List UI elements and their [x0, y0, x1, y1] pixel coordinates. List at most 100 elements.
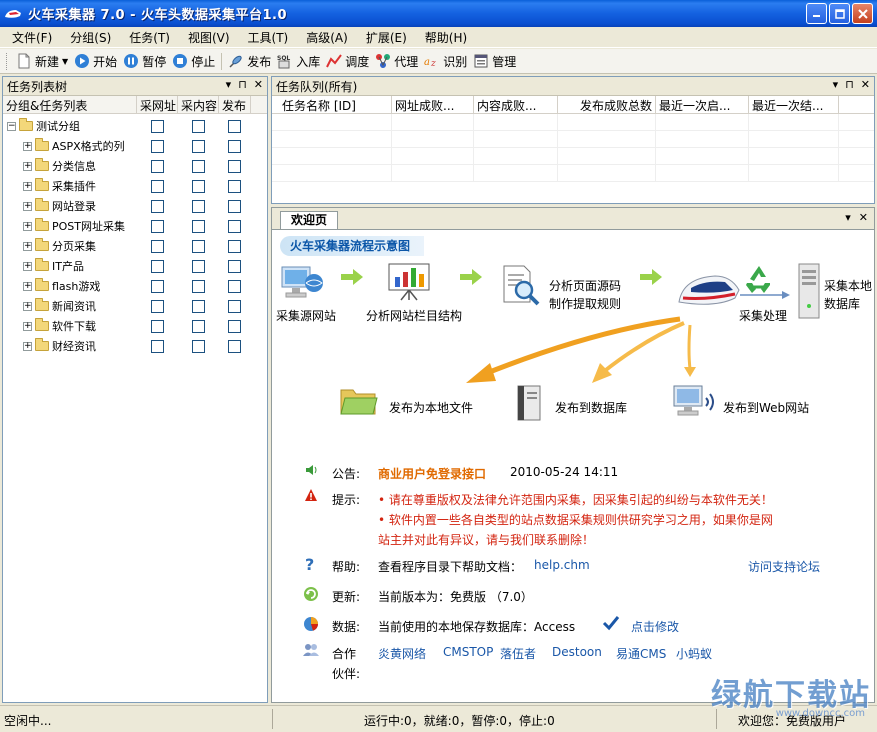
collect-content-checkbox[interactable] [192, 319, 205, 333]
toolbar-grip[interactable] [6, 52, 9, 70]
start-button[interactable]: 开始 [71, 50, 120, 72]
collect-url-checkbox[interactable] [151, 179, 164, 193]
import-button[interactable]: SQL 入库 [274, 50, 323, 72]
expand-icon[interactable]: + [23, 241, 32, 251]
col-url-success[interactable]: 网址成败... [392, 96, 474, 113]
collect-url-checkbox[interactable] [151, 319, 164, 333]
col-collect-url[interactable]: 采网址 [137, 96, 178, 113]
expand-icon[interactable]: + [23, 181, 32, 191]
tree-item-row[interactable]: + ASPX格式的列 [3, 136, 267, 156]
expand-icon[interactable]: + [23, 281, 32, 291]
collect-url-checkbox[interactable] [151, 159, 164, 173]
col-task-name[interactable]: 任务名称 [ID] [272, 96, 392, 113]
partner-link[interactable]: CMSTOP [443, 645, 493, 659]
pause-button[interactable]: 暂停 [120, 50, 169, 72]
partner-link[interactable]: 炎黄网络 [378, 645, 426, 662]
minimize-button[interactable] [806, 3, 827, 24]
title-bar[interactable]: 火车采集器 7.0 - 火车头数据采集平台1.0 [0, 0, 877, 27]
tree-item-row[interactable]: + 分类信息 [3, 156, 267, 176]
collect-url-checkbox[interactable] [151, 199, 164, 213]
recognize-button[interactable]: az 识别 [421, 50, 470, 72]
collect-content-checkbox[interactable] [192, 219, 205, 233]
menu-extend[interactable]: 扩展(E) [360, 29, 413, 46]
partner-link[interactable]: Destoon [552, 645, 602, 659]
collect-content-checkbox[interactable] [192, 139, 205, 153]
tab-close-icon[interactable]: ✕ [859, 211, 868, 224]
publish-checkbox[interactable] [228, 159, 241, 173]
tab-welcome[interactable]: 欢迎页 [280, 211, 339, 229]
publish-checkbox[interactable] [228, 259, 241, 273]
publish-checkbox[interactable] [228, 219, 241, 233]
tree-item-row[interactable]: + 新闻资讯 [3, 296, 267, 316]
publish-checkbox[interactable] [228, 279, 241, 293]
panel-close-icon[interactable]: ✕ [254, 78, 263, 91]
collect-url-checkbox[interactable] [151, 339, 164, 353]
collect-content-checkbox[interactable] [192, 259, 205, 273]
schedule-button[interactable]: 调度 [323, 50, 372, 72]
queue-dropdown-icon[interactable]: ▾ [833, 78, 839, 91]
menu-file[interactable]: 文件(F) [6, 29, 58, 46]
collect-url-checkbox[interactable] [151, 259, 164, 273]
new-button[interactable]: 新建 ▼ [13, 50, 71, 72]
tree-root-row[interactable]: − 测试分组 [3, 116, 267, 136]
stop-button[interactable]: 停止 [169, 50, 218, 72]
expand-icon[interactable]: + [23, 141, 32, 151]
collect-url-checkbox[interactable] [151, 219, 164, 233]
col-publish-total[interactable]: 发布成败总数 [558, 96, 656, 113]
publish-checkbox[interactable] [228, 139, 241, 153]
collect-content-checkbox[interactable] [192, 339, 205, 353]
root-content-checkbox[interactable] [192, 119, 205, 133]
tree-item-row[interactable]: + 采集插件 [3, 176, 267, 196]
col-last-start[interactable]: 最近一次启... [656, 96, 749, 113]
tree-item-row[interactable]: + flash游戏 [3, 276, 267, 296]
menu-task[interactable]: 任务(T) [123, 29, 176, 46]
menu-advanced[interactable]: 高级(A) [300, 29, 354, 46]
proxy-button[interactable]: 代理 [372, 50, 421, 72]
tree-item-row[interactable]: + 软件下载 [3, 316, 267, 336]
collect-content-checkbox[interactable] [192, 299, 205, 313]
collapse-icon[interactable]: − [7, 121, 16, 131]
expand-icon[interactable]: + [23, 321, 32, 331]
partner-link[interactable]: 落伍者 [500, 645, 536, 662]
publish-checkbox[interactable] [228, 339, 241, 353]
change-db-link[interactable]: 点击修改 [631, 618, 679, 635]
col-publish[interactable]: 发布 [219, 96, 251, 113]
expand-icon[interactable]: + [23, 161, 32, 171]
menu-help[interactable]: 帮助(H) [419, 29, 473, 46]
collect-content-checkbox[interactable] [192, 159, 205, 173]
col-collect-content[interactable]: 采内容 [178, 96, 219, 113]
maximize-button[interactable] [829, 3, 850, 24]
expand-icon[interactable]: + [23, 221, 32, 231]
root-publish-checkbox[interactable] [228, 119, 241, 133]
collect-content-checkbox[interactable] [192, 279, 205, 293]
expand-icon[interactable]: + [23, 301, 32, 311]
expand-icon[interactable]: + [23, 341, 32, 351]
collect-content-checkbox[interactable] [192, 179, 205, 193]
dropdown-arrow-icon[interactable]: ▼ [62, 57, 68, 66]
col-content-success[interactable]: 内容成败... [474, 96, 558, 113]
tree-item-row[interactable]: + 网站登录 [3, 196, 267, 216]
partner-link[interactable]: 易通CMS [616, 645, 666, 662]
collect-url-checkbox[interactable] [151, 139, 164, 153]
tree-item-row[interactable]: + IT产品 [3, 256, 267, 276]
publish-checkbox[interactable] [228, 319, 241, 333]
manage-button[interactable]: 管理 [470, 50, 519, 72]
collect-url-checkbox[interactable] [151, 299, 164, 313]
publish-checkbox[interactable] [228, 179, 241, 193]
tree-item-row[interactable]: + POST网址采集 [3, 216, 267, 236]
tab-dropdown-icon[interactable]: ▾ [845, 211, 851, 224]
menu-tools[interactable]: 工具(T) [242, 29, 295, 46]
pin-icon[interactable]: ⊓ [238, 78, 247, 91]
publish-checkbox[interactable] [228, 299, 241, 313]
publish-checkbox[interactable] [228, 239, 241, 253]
support-forum-link[interactable]: 访问支持论坛 [748, 558, 820, 575]
expand-icon[interactable]: + [23, 201, 32, 211]
collect-content-checkbox[interactable] [192, 239, 205, 253]
publish-button[interactable]: 发布 [225, 50, 274, 72]
queue-pin-icon[interactable]: ⊓ [845, 78, 854, 91]
col-group-task[interactable]: 分组&任务列表 [3, 96, 137, 113]
expand-icon[interactable]: + [23, 261, 32, 271]
close-button[interactable] [852, 3, 873, 24]
tree-item-row[interactable]: + 分页采集 [3, 236, 267, 256]
notice-title-link[interactable]: 商业用户免登录接口 [378, 465, 486, 482]
